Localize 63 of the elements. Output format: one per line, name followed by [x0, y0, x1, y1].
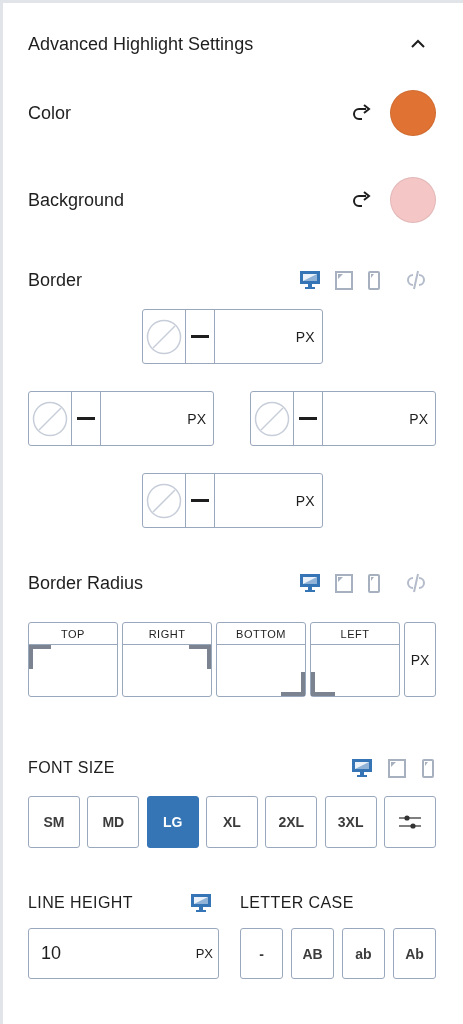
solid-line-icon[interactable]	[77, 416, 95, 421]
mobile-icon[interactable]	[368, 573, 380, 593]
setting-label: Background	[28, 189, 125, 211]
mobile-icon[interactable]	[368, 270, 380, 290]
panel-title: Advanced Highlight Settings	[28, 33, 254, 55]
solid-line-icon[interactable]	[299, 416, 317, 421]
letter-case-option[interactable]: Ab	[393, 928, 436, 979]
unit-label: PX	[187, 410, 206, 427]
corner-label: RIGHT	[123, 623, 211, 645]
link-icon[interactable]	[404, 572, 428, 594]
color-swatch[interactable]	[390, 90, 436, 136]
letter-case-option[interactable]: AB	[291, 928, 334, 979]
corner-icon	[187, 645, 211, 669]
corner-icon	[311, 672, 335, 696]
unit-label: PX	[409, 410, 428, 427]
radius-field[interactable]: TOP	[28, 622, 118, 697]
desktop-icon[interactable]	[352, 758, 372, 778]
radius-field[interactable]: BOTTOM	[216, 622, 306, 697]
section-label: Border Radius	[28, 572, 144, 594]
tablet-icon[interactable]	[335, 270, 353, 290]
border-width-field[interactable]: PX	[28, 391, 214, 446]
custom-size-button[interactable]	[383, 796, 436, 848]
section-label: FONT SIZE	[28, 759, 115, 777]
unit-label: PX	[404, 622, 436, 697]
reset-icon[interactable]	[352, 104, 372, 122]
border-width-field[interactable]: PX	[141, 473, 323, 528]
line-height-field[interactable]: 10 PX	[28, 928, 219, 979]
desktop-icon[interactable]	[300, 270, 320, 290]
border-width-field[interactable]: PX	[141, 309, 323, 364]
radius-field[interactable]: LEFT	[310, 622, 400, 697]
section-label: LETTER CASE	[240, 893, 354, 913]
letter-case-option[interactable]: -	[240, 928, 283, 979]
unit-label: PX	[295, 328, 315, 345]
corner-label: BOTTOM	[217, 623, 305, 645]
tablet-icon[interactable]	[335, 573, 353, 593]
color-swatch[interactable]	[390, 177, 436, 223]
section-label: LINE HEIGHT	[28, 894, 133, 912]
setting-label: Color	[28, 102, 71, 124]
font-size-option[interactable]: 2XL	[265, 796, 318, 848]
collapse-chevron-icon[interactable]	[410, 39, 426, 49]
unit-label: PX	[295, 492, 315, 509]
desktop-icon[interactable]	[300, 573, 320, 593]
radius-field[interactable]: RIGHT	[122, 622, 212, 697]
section-label: Border	[28, 269, 83, 291]
font-size-option[interactable]: 3XL	[324, 796, 377, 848]
mobile-icon[interactable]	[422, 758, 434, 778]
sliders-icon	[398, 814, 421, 830]
tablet-icon[interactable]	[388, 758, 406, 778]
desktop-icon[interactable]	[191, 893, 211, 913]
link-icon[interactable]	[404, 269, 428, 291]
font-size-option[interactable]: LG	[146, 796, 199, 848]
font-size-option[interactable]: MD	[87, 796, 140, 848]
letter-case-option[interactable]: ab	[342, 928, 385, 979]
font-size-option[interactable]: SM	[28, 796, 80, 848]
solid-line-icon[interactable]	[190, 498, 209, 503]
solid-line-icon[interactable]	[190, 334, 209, 339]
corner-icon	[281, 672, 305, 696]
corner-label: LEFT	[311, 623, 399, 645]
reset-icon[interactable]	[352, 191, 372, 209]
border-width-field[interactable]: PX	[250, 391, 436, 446]
corner-icon	[29, 645, 53, 669]
corner-label: TOP	[29, 623, 117, 645]
font-size-option[interactable]: XL	[206, 796, 258, 848]
